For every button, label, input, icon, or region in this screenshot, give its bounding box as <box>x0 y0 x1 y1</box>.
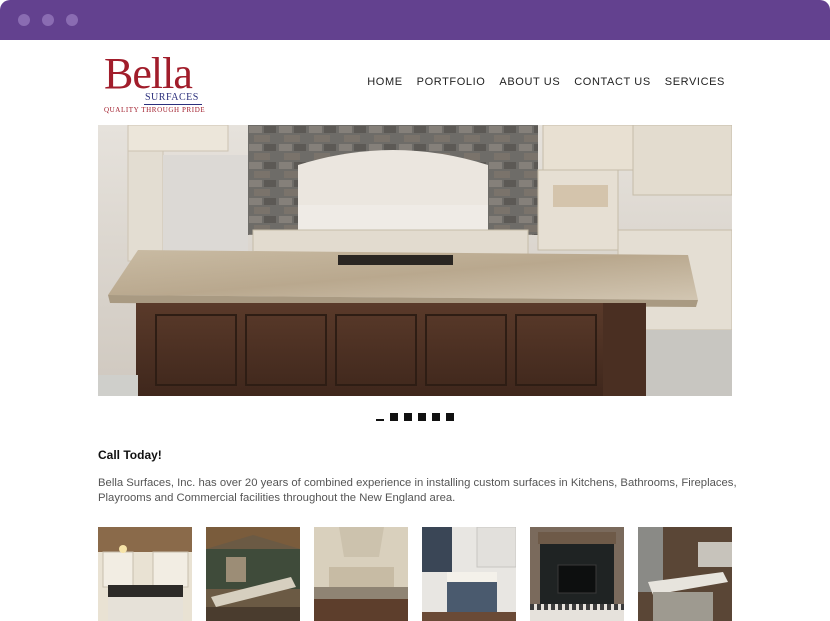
web-page: Bella SURFACES QUALITY THROUGH PRIDE HOM… <box>0 40 830 621</box>
logo-wordmark: Bella <box>104 49 193 98</box>
browser-title-bar <box>0 0 830 40</box>
about-paragraph: Bella Surfaces, Inc. has over 20 years o… <box>98 477 737 504</box>
window-dot-2[interactable] <box>42 14 54 26</box>
hero-slider-image[interactable] <box>98 125 732 396</box>
logo-subtitle: SURFACES <box>145 92 199 103</box>
island-thumb-image <box>638 527 732 621</box>
nav-services[interactable]: SERVICES <box>665 76 725 88</box>
window-dot-1[interactable] <box>18 14 30 26</box>
slider-pagination <box>376 413 454 421</box>
patio-thumb-image <box>206 527 300 621</box>
window-dot-3[interactable] <box>66 14 78 26</box>
nav-contact-us[interactable]: CONTACT US <box>574 76 651 88</box>
nav-portfolio[interactable]: PORTFOLIO <box>417 76 486 88</box>
slider-dot-1[interactable] <box>376 419 384 421</box>
fireplace-thumb-image <box>530 527 624 621</box>
logo-tagline: QUALITY THROUGH PRIDE <box>104 106 206 114</box>
kitchen-island-photo <box>98 125 732 396</box>
slider-dot-2[interactable] <box>390 413 398 421</box>
call-today-heading: Call Today! <box>98 448 162 462</box>
portfolio-thumbnails <box>98 527 732 621</box>
slider-dot-3[interactable] <box>404 413 412 421</box>
portfolio-thumb-2[interactable] <box>206 527 300 621</box>
slider-dot-5[interactable] <box>432 413 440 421</box>
portfolio-thumb-4[interactable] <box>422 527 516 621</box>
slider-dot-6[interactable] <box>446 413 454 421</box>
nav-about-us[interactable]: ABOUT US <box>499 76 560 88</box>
slider-dot-4[interactable] <box>418 413 426 421</box>
logo-divider <box>144 104 202 105</box>
modern-kitchen-thumb-image <box>422 527 516 621</box>
nav-home[interactable]: HOME <box>367 76 402 88</box>
kitchen-range-thumb-image <box>314 527 408 621</box>
portfolio-thumb-5[interactable] <box>530 527 624 621</box>
portfolio-thumb-3[interactable] <box>314 527 408 621</box>
portfolio-thumb-6[interactable] <box>638 527 732 621</box>
site-logo[interactable]: Bella SURFACES QUALITY THROUGH PRIDE <box>104 52 208 115</box>
kitchen-thumb-image <box>98 527 192 621</box>
main-navigation: HOME PORTFOLIO ABOUT US CONTACT US SERVI… <box>353 76 725 88</box>
portfolio-thumb-1[interactable] <box>98 527 192 621</box>
